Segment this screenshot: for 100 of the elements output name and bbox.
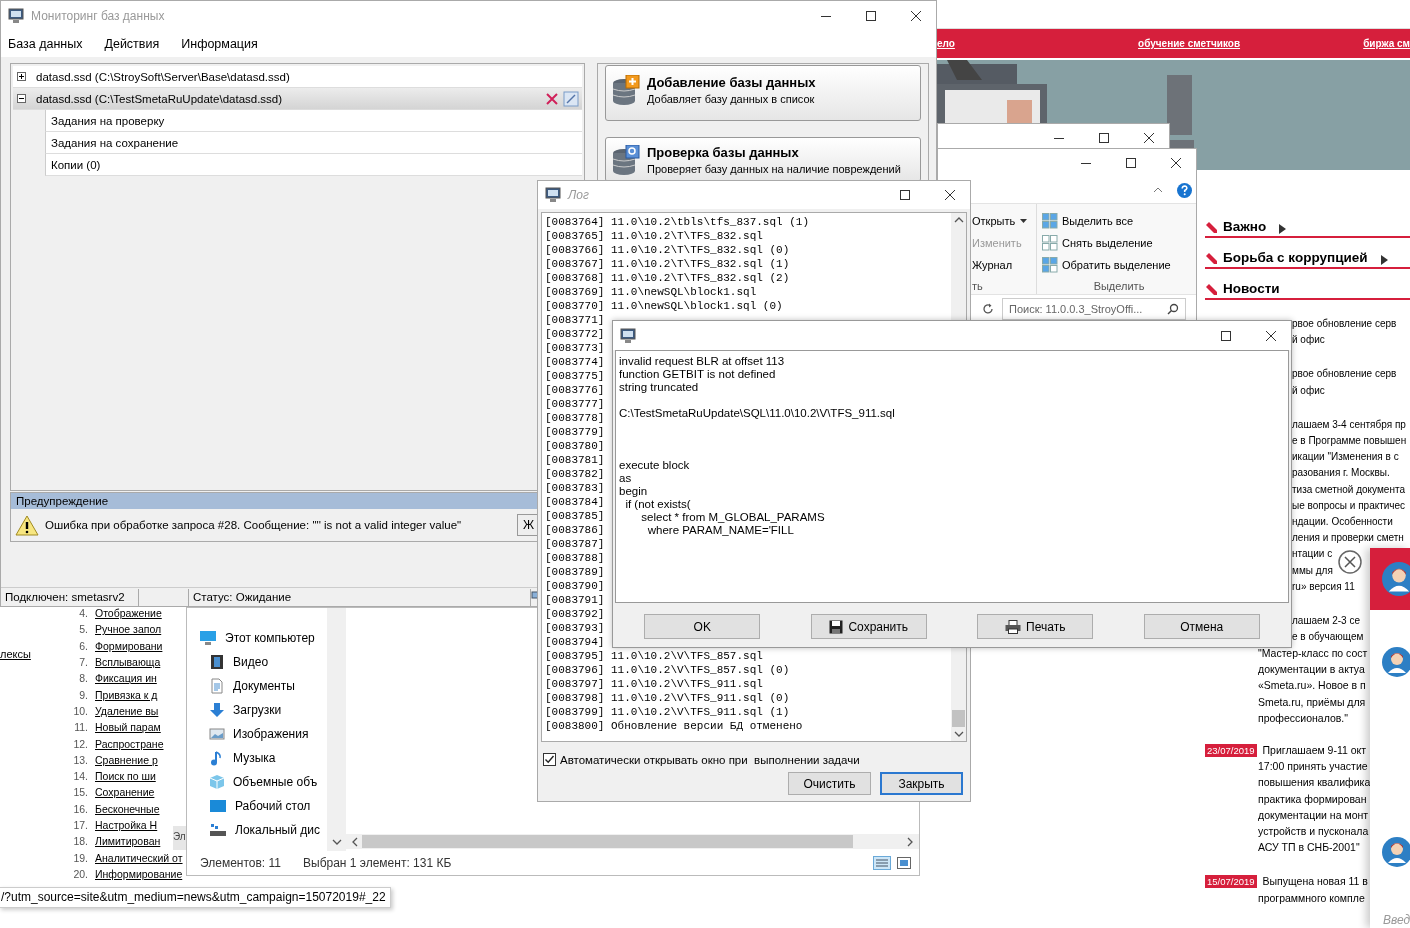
ribbon-button[interactable]: Обратить выделение bbox=[1062, 259, 1171, 271]
tree-row[interactable]: Копии (0) bbox=[45, 154, 582, 176]
section-heading[interactable]: Важно bbox=[1223, 219, 1267, 234]
article-link[interactable]: Бесконечные bbox=[95, 802, 160, 815]
menu-item[interactable]: Информация bbox=[181, 37, 258, 51]
search-field[interactable]: Поиск: 11.0.0.3_StroyOffi... bbox=[1002, 298, 1186, 320]
scroll-left-icon[interactable] bbox=[352, 836, 358, 847]
dialog-button[interactable]: Очистить bbox=[788, 772, 871, 795]
dialog-button[interactable]: Закрыть bbox=[880, 772, 963, 795]
tree-row[interactable]: Задания на сохранение bbox=[45, 132, 582, 154]
ribbon-button[interactable]: Журнал bbox=[972, 254, 1036, 276]
folder-item[interactable]: Объемные объ bbox=[187, 770, 327, 794]
close-button[interactable] bbox=[1265, 329, 1277, 342]
page-link[interactable]: лексы bbox=[0, 648, 31, 660]
pencil-icon bbox=[1205, 221, 1218, 234]
ribbon-button[interactable]: Открыть bbox=[972, 210, 1036, 232]
action-button[interactable]: Добавление базы данных Добавляет базу данных в список bbox=[605, 65, 921, 121]
dropdown-arrow-icon[interactable] bbox=[1020, 219, 1028, 223]
scroll-down-icon[interactable] bbox=[953, 731, 964, 737]
scroll-thumb[interactable] bbox=[952, 710, 965, 727]
folder-item[interactable]: Загрузки bbox=[187, 698, 327, 722]
log-line: [0083781] bbox=[545, 453, 605, 467]
article-link[interactable]: Новый парам bbox=[95, 721, 161, 734]
close-button[interactable] bbox=[1170, 157, 1182, 169]
article-link[interactable]: Настройка Н bbox=[95, 819, 158, 831]
scroll-right-icon[interactable] bbox=[907, 836, 913, 847]
folder-item[interactable]: Музыка bbox=[187, 746, 327, 770]
image-icon bbox=[209, 726, 225, 742]
list-number: 7. bbox=[78, 656, 88, 669]
section-heading[interactable]: Новости bbox=[1223, 281, 1280, 296]
nav-link[interactable]: биржа см bbox=[1363, 38, 1410, 49]
article-link[interactable]: Аналитический от bbox=[95, 851, 183, 864]
dialog-button[interactable]: Сохранить bbox=[810, 614, 927, 639]
folder-item[interactable]: Рабочий стол bbox=[187, 794, 327, 818]
help-icon[interactable] bbox=[1177, 182, 1192, 198]
close-button[interactable] bbox=[1338, 550, 1362, 574]
scrollbar[interactable] bbox=[327, 608, 346, 851]
close-button[interactable] bbox=[910, 10, 922, 22]
dialog-button[interactable]: OK bbox=[644, 614, 761, 639]
scrollbar[interactable] bbox=[346, 834, 919, 849]
action-button[interactable]: Проверка базы данных Проверяет базу данных на наличие повреждений bbox=[605, 137, 921, 182]
menu-item[interactable]: Действия bbox=[104, 37, 160, 51]
expand-icon[interactable] bbox=[17, 72, 26, 81]
maximize-button[interactable] bbox=[899, 189, 911, 201]
news-text: нтации с bbox=[1292, 547, 1333, 562]
article-link[interactable]: Ручное запол bbox=[95, 623, 162, 636]
nav-link[interactable]: ело bbox=[937, 38, 955, 49]
thumbnail-view-icon[interactable] bbox=[897, 857, 911, 869]
article-link[interactable]: Сохранение bbox=[95, 786, 155, 799]
menu-item[interactable]: База данных bbox=[8, 37, 83, 51]
article-link[interactable]: Лимитирован bbox=[95, 835, 161, 848]
article-link[interactable]: Всплывающа bbox=[95, 656, 161, 669]
maximize-button[interactable] bbox=[1125, 157, 1137, 169]
nav-link[interactable]: обучение сметчиков bbox=[1138, 38, 1241, 49]
log-line: [0083768] 11.0\10.2\T\TFS_832.sql (2) bbox=[545, 271, 790, 285]
news-text[interactable]: Приглашаем 9-11 окт bbox=[1262, 742, 1367, 759]
folder-item[interactable]: Локальный дис bbox=[187, 818, 327, 842]
collapse-icon[interactable] bbox=[17, 94, 26, 103]
article-link[interactable]: Сравнение р bbox=[95, 753, 158, 766]
collapse-ribbon-icon[interactable] bbox=[1153, 187, 1163, 193]
article-link[interactable]: Информирование bbox=[95, 867, 183, 880]
tree-row[interactable]: datasd.ssd (C:\TestSmetaRuUpdate\datasd.ssd) bbox=[13, 88, 582, 110]
article-link[interactable]: Фиксация ин bbox=[95, 672, 157, 685]
folder-item[interactable]: Видео bbox=[187, 650, 327, 674]
maximize-button[interactable] bbox=[1098, 132, 1110, 144]
log-line: [0083791] bbox=[545, 593, 605, 607]
close-button[interactable] bbox=[1143, 132, 1155, 144]
checkbox[interactable] bbox=[543, 753, 556, 766]
article-link[interactable]: Привязка к д bbox=[95, 688, 158, 701]
checkbox-label[interactable]: Автоматически открывать окно при выполнении задачи bbox=[560, 753, 860, 766]
edit-icon[interactable] bbox=[563, 90, 579, 107]
download-arrow-icon bbox=[209, 702, 225, 718]
news-text[interactable]: Выпущена новая 11 в bbox=[1262, 873, 1368, 890]
article-link[interactable]: Формировани bbox=[95, 639, 163, 652]
log-line: [0083765] 11.0\10.2\T\TFS_832.sql bbox=[545, 229, 763, 243]
delete-icon[interactable] bbox=[545, 91, 559, 106]
dialog-button[interactable]: Ж bbox=[517, 514, 538, 536]
close-button[interactable] bbox=[944, 189, 956, 201]
section-heading[interactable]: Борьба с коррупцией bbox=[1223, 250, 1368, 265]
maximize-button[interactable] bbox=[1220, 329, 1232, 342]
scroll-up-icon[interactable] bbox=[953, 217, 964, 223]
article-link[interactable]: Удаление вы bbox=[95, 704, 159, 717]
folder-item[interactable]: Изображения bbox=[187, 722, 327, 746]
news-text: программного компле bbox=[1257, 890, 1365, 906]
article-link[interactable]: Поиск по ши bbox=[95, 770, 156, 783]
dialog-button[interactable]: Печать bbox=[977, 614, 1094, 639]
folder-item[interactable]: Этот компьютер bbox=[187, 626, 327, 650]
article-link[interactable]: Распростране bbox=[95, 737, 164, 750]
article-link[interactable]: Отображение bbox=[95, 607, 162, 620]
tree-row[interactable]: datasd.ssd (C:\StroySoft\Server\Base\datasd.ssd) bbox=[13, 66, 582, 88]
news-text: АСУ ТП в СНБ-2001" bbox=[1257, 840, 1360, 856]
refresh-icon[interactable] bbox=[982, 303, 994, 315]
maximize-button[interactable] bbox=[865, 10, 877, 22]
folder-item[interactable]: Документы bbox=[187, 674, 327, 698]
tree-row[interactable]: Задания на проверку bbox=[45, 110, 582, 132]
ribbon-button[interactable]: Снять выделение bbox=[1062, 237, 1153, 249]
document-icon bbox=[209, 678, 225, 694]
ribbon-button[interactable]: Выделить все bbox=[1062, 215, 1134, 227]
dialog-button[interactable]: Отмена bbox=[1143, 614, 1260, 639]
scroll-down-icon[interactable] bbox=[331, 839, 342, 845]
